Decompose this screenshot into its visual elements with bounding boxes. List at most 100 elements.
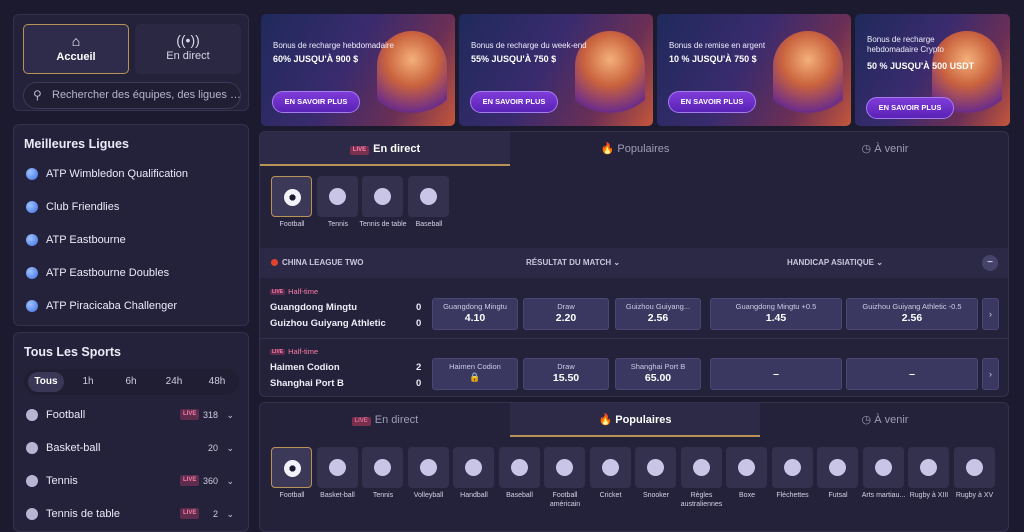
tab-live-events[interactable]: LIVE En direct: [260, 132, 510, 166]
event-count: 20: [207, 443, 218, 453]
volleyball-icon: [419, 459, 437, 476]
sport-item-label: Tennis de table: [46, 508, 120, 520]
sport-item-basketball[interactable]: Basket-ball 20 ⌄: [24, 436, 242, 460]
away-team[interactable]: Guizhou Guiyang Athletic: [270, 318, 386, 329]
odds-button-empty[interactable]: –: [846, 358, 978, 390]
sport-filter-boxing[interactable]: [726, 447, 767, 488]
sport-filter-label: Tennis: [372, 492, 394, 499]
tab-live[interactable]: ((•)) En direct: [135, 24, 241, 74]
sport-filter-label: Baseball: [415, 221, 443, 228]
odds-button[interactable]: Draw 15.50: [523, 358, 609, 390]
odds-button[interactable]: Guizhou Guiyang Athletic -0.5 2.56: [846, 298, 978, 330]
odds-label: Draw: [557, 302, 575, 311]
league-item[interactable]: ATP Eastbourne: [24, 229, 126, 251]
time-filter-6h[interactable]: 6h: [113, 372, 149, 392]
live-badge: LIVE: [180, 475, 200, 486]
sport-filter-cricket[interactable]: [589, 447, 631, 488]
sport-filter-label: Arts martiau...: [861, 492, 906, 499]
sport-filter-american-football[interactable]: [544, 447, 585, 488]
away-score: 0: [416, 318, 422, 329]
market-selector-asian-handicap[interactable]: HANDICAP ASIATIQUE ⌄: [787, 248, 883, 278]
live-badge: LIVE: [180, 508, 200, 519]
sport-filter-snooker[interactable]: [635, 447, 676, 488]
learn-more-button[interactable]: EN SAVOIR PLUS: [668, 91, 756, 113]
sport-filter-table-tennis[interactable]: [362, 176, 403, 217]
odds-button[interactable]: Guizhou Guiyang... 2.56: [615, 298, 701, 330]
chevron-right-icon[interactable]: ›: [982, 358, 999, 390]
odds-button[interactable]: Guangdong Mingtu 4.10: [432, 298, 518, 330]
chevron-down-icon[interactable]: ⌄: [226, 403, 234, 427]
away-team[interactable]: Shanghai Port B: [270, 378, 344, 389]
learn-more-button[interactable]: EN SAVOIR PLUS: [272, 91, 360, 113]
sport-filter-aussie-rules[interactable]: [680, 447, 722, 488]
tab-label: En direct: [373, 143, 421, 155]
time-filter-1h[interactable]: 1h: [70, 372, 106, 392]
search-input[interactable]: ⚲ Rechercher des équipes, des ligues …: [23, 82, 241, 109]
sport-item-tennis[interactable]: Tennis LIVE 360 ⌄: [24, 469, 242, 493]
sport-item-football[interactable]: Football LIVE 318 ⌄: [24, 403, 242, 427]
tab-home[interactable]: ⌂ Accueil: [23, 24, 129, 74]
collapse-button[interactable]: −: [982, 255, 998, 271]
sport-filter-darts[interactable]: [771, 447, 813, 488]
sport-filter-martial-arts[interactable]: [862, 447, 904, 488]
promo-title: Bonus de recharge hebdomadaire Crypto: [867, 35, 944, 54]
sport-filter-football[interactable]: [271, 447, 312, 488]
tab-live-events[interactable]: LIVE En direct: [260, 403, 510, 437]
home-team[interactable]: Guangdong Mingtu: [270, 302, 357, 313]
tab-popular[interactable]: 🔥 Populaires: [510, 403, 760, 437]
sport-item-table-tennis[interactable]: Tennis de table LIVE 2 ⌄: [24, 502, 242, 526]
league-header: CHINA LEAGUE TWO RÉSULTAT DU MATCH ⌄ HAN…: [260, 248, 1008, 278]
time-filter-all[interactable]: Tous: [28, 372, 64, 392]
sport-filter-volleyball[interactable]: [407, 447, 449, 488]
time-filter-24h[interactable]: 24h: [156, 372, 192, 392]
sport-filter-baseball[interactable]: [408, 176, 449, 217]
tab-label: En direct: [374, 414, 419, 426]
promo-title: Bonus de recharge du week-end: [471, 41, 587, 50]
promo-banner[interactable]: Bonus de recharge hebdomadaire Crypto 50…: [855, 14, 1010, 126]
tab-upcoming[interactable]: ◷ À venir: [760, 403, 1008, 437]
home-team[interactable]: Haimen Codion: [270, 362, 340, 373]
sport-filter-rugby-union[interactable]: [953, 447, 995, 488]
sport-filter-tennis[interactable]: [317, 176, 358, 217]
sport-filter-rugby-league[interactable]: [908, 447, 949, 488]
promo-banner[interactable]: Bonus de remise en argent 10 % JUSQU'À 7…: [657, 14, 851, 126]
event-count: 360: [202, 476, 218, 486]
promo-banner[interactable]: Bonus de recharge hebdomadaire 60% JUSQU…: [261, 14, 455, 126]
promo-amount: 60% JUSQU'À 900 $: [273, 54, 359, 64]
tab-home-label: Accueil: [56, 51, 96, 63]
learn-more-button[interactable]: EN SAVOIR PLUS: [866, 97, 954, 119]
sport-filter-label: Handball: [460, 492, 488, 499]
baseball-icon: [510, 459, 528, 476]
odds-button-locked[interactable]: Haimen Codion 🔒: [432, 358, 518, 390]
chevron-down-icon[interactable]: ⌄: [226, 469, 234, 493]
chevron-right-icon[interactable]: ›: [982, 298, 999, 330]
market-selector-match-result[interactable]: RÉSULTAT DU MATCH ⌄: [526, 248, 620, 278]
promo-banner[interactable]: Bonus de recharge du week-end 55% JUSQU'…: [459, 14, 653, 126]
sport-filter-handball[interactable]: [453, 447, 494, 488]
sport-filter-tennis[interactable]: [362, 447, 403, 488]
odds-label: Guizhou Guiyang Athletic -0.5: [862, 302, 962, 311]
odds-button[interactable]: Shanghai Port B 65.00: [615, 358, 701, 390]
chevron-down-icon[interactable]: ⌄: [226, 436, 234, 460]
odds-button[interactable]: Guangdong Mingtu +0.5 1.45: [710, 298, 842, 330]
sport-filter-label: Fléchettes: [776, 492, 809, 499]
sport-filter-futsal[interactable]: [817, 447, 858, 488]
time-filter-48h[interactable]: 48h: [199, 372, 235, 392]
league-item[interactable]: ATP Wimbledon Qualification: [24, 163, 188, 185]
tab-popular[interactable]: 🔥 Populaires: [510, 132, 760, 166]
learn-more-button[interactable]: EN SAVOIR PLUS: [470, 91, 558, 113]
odds-button[interactable]: Draw 2.20: [523, 298, 609, 330]
chevron-down-icon[interactable]: ⌄: [226, 502, 234, 526]
league-item[interactable]: ATP Eastbourne Doubles: [24, 262, 169, 284]
sport-filter-label: Rugby à XIII: [909, 492, 949, 499]
sport-filter-baseball[interactable]: [498, 447, 540, 488]
odds-button-empty[interactable]: –: [710, 358, 842, 390]
match-status: LIVE Half-time: [270, 347, 318, 356]
sport-filter-football[interactable]: [271, 176, 312, 217]
league-item[interactable]: Club Friendlies: [24, 196, 119, 218]
fire-icon: 🔥: [598, 414, 616, 426]
league-item[interactable]: ATP Piracicaba Challenger: [24, 295, 177, 317]
sport-filter-basketball[interactable]: [316, 447, 358, 488]
tab-upcoming[interactable]: ◷ À venir: [760, 132, 1008, 166]
sport-item-label: Tennis: [46, 475, 78, 487]
